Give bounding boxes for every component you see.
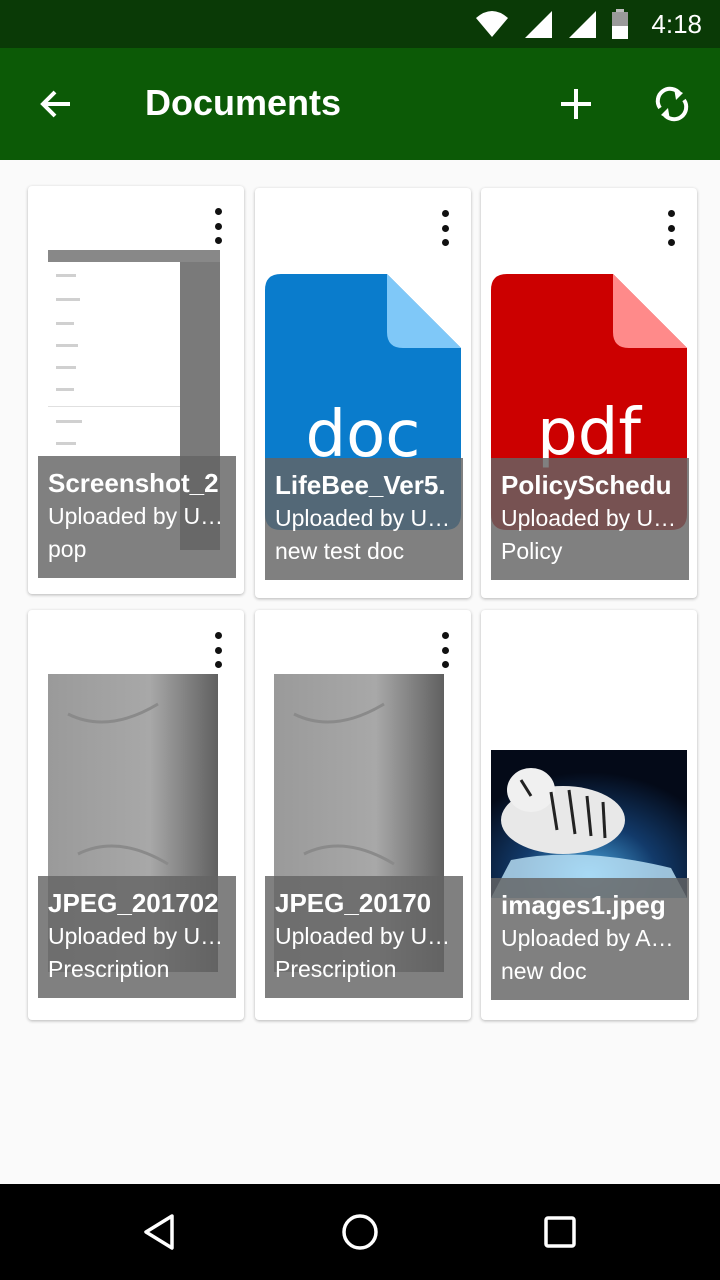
app-bar: Documents xyxy=(0,48,720,160)
uploaded-by: Uploaded by U… xyxy=(48,923,224,949)
document-name: LifeBee_Ver5. xyxy=(275,470,446,500)
tiger-photo-thumbnail xyxy=(491,750,687,898)
uploaded-by: Uploaded by U… xyxy=(48,503,224,529)
more-options-button[interactable] xyxy=(433,632,457,668)
document-grid: Screenshot_2 Uploaded by U… pop doc Life… xyxy=(0,160,720,1184)
dot xyxy=(214,646,222,654)
back-button[interactable] xyxy=(28,76,84,132)
dot xyxy=(441,239,449,246)
square-recents-icon xyxy=(544,1216,576,1248)
document-card[interactable]: images1.jpeg Uploaded by A… new doc xyxy=(481,610,697,1020)
nav-recents-button[interactable] xyxy=(532,1206,588,1258)
uploaded-by: Uploaded by U… xyxy=(275,505,451,531)
document-info: images1.jpeg Uploaded by A… new doc xyxy=(491,878,689,1000)
document-info: JPEG_20170 Uploaded by U… Prescription xyxy=(265,876,463,998)
document-tag: Prescription xyxy=(275,956,397,982)
signal-icon xyxy=(569,11,597,38)
uploaded-by: Uploaded by A… xyxy=(501,925,674,951)
dot xyxy=(441,646,449,654)
document-info: Screenshot_2 Uploaded by U… pop xyxy=(38,456,236,578)
dot xyxy=(214,661,222,668)
document-tag: new test doc xyxy=(275,538,405,564)
nav-home-button[interactable] xyxy=(332,1206,388,1258)
document-card[interactable]: JPEG_20170 Uploaded by U… Prescription xyxy=(255,610,471,1020)
document-card[interactable]: pdf PolicySchedu Uploaded by U… Policy xyxy=(481,188,697,598)
circle-home-icon xyxy=(342,1214,378,1250)
signal-icon xyxy=(525,11,553,38)
status-time: 4:18 xyxy=(651,8,702,39)
battery-icon xyxy=(612,9,629,39)
dot xyxy=(214,632,222,639)
dot xyxy=(667,224,675,232)
uploaded-by: Uploaded by U… xyxy=(275,923,451,949)
navigation-bar xyxy=(0,1184,720,1280)
dot xyxy=(214,222,222,230)
dot xyxy=(441,224,449,232)
dot xyxy=(667,239,675,246)
document-info: JPEG_201702 Uploaded by U… Prescription xyxy=(38,876,236,998)
document-card[interactable]: JPEG_201702 Uploaded by U… Prescription xyxy=(28,610,244,1020)
uploaded-by: Uploaded by U… xyxy=(501,505,677,531)
sync-icon xyxy=(655,86,689,122)
document-name: images1.jpeg xyxy=(501,890,666,920)
dot xyxy=(214,208,222,215)
document-name: Screenshot_2 xyxy=(48,468,219,498)
arrow-back-icon xyxy=(40,90,70,118)
document-tag: Prescription xyxy=(48,956,170,982)
more-options-button[interactable] xyxy=(433,210,457,246)
document-info: LifeBee_Ver5. Uploaded by U… new test do… xyxy=(265,458,463,580)
more-options-button[interactable] xyxy=(206,208,230,244)
document-name: JPEG_201702 xyxy=(48,888,219,918)
document-info: PolicySchedu Uploaded by U… Policy xyxy=(491,458,689,580)
document-name: JPEG_20170 xyxy=(275,888,432,918)
document-tag: new doc xyxy=(501,958,587,984)
triangle-back-icon xyxy=(144,1214,174,1250)
dot xyxy=(441,632,449,639)
document-tag: Policy xyxy=(501,538,563,564)
document-name: PolicySchedu xyxy=(501,470,672,500)
document-tag: pop xyxy=(48,536,87,562)
more-options-button[interactable] xyxy=(659,210,683,246)
sync-button[interactable] xyxy=(644,76,700,132)
dot xyxy=(441,210,449,217)
plus-icon xyxy=(561,89,591,119)
document-card[interactable]: Screenshot_2 Uploaded by U… pop xyxy=(28,186,244,594)
dot xyxy=(214,237,222,244)
more-options-button[interactable] xyxy=(206,632,230,668)
status-bar: 4:18 xyxy=(0,0,720,48)
page-title: Documents xyxy=(145,82,342,123)
wifi-icon xyxy=(476,11,509,37)
dot xyxy=(667,210,675,217)
document-card[interactable]: doc LifeBee_Ver5. Uploaded by U… new tes… xyxy=(255,188,471,598)
dot xyxy=(441,661,449,668)
add-document-button[interactable] xyxy=(548,76,604,132)
nav-back-button[interactable] xyxy=(132,1206,188,1258)
